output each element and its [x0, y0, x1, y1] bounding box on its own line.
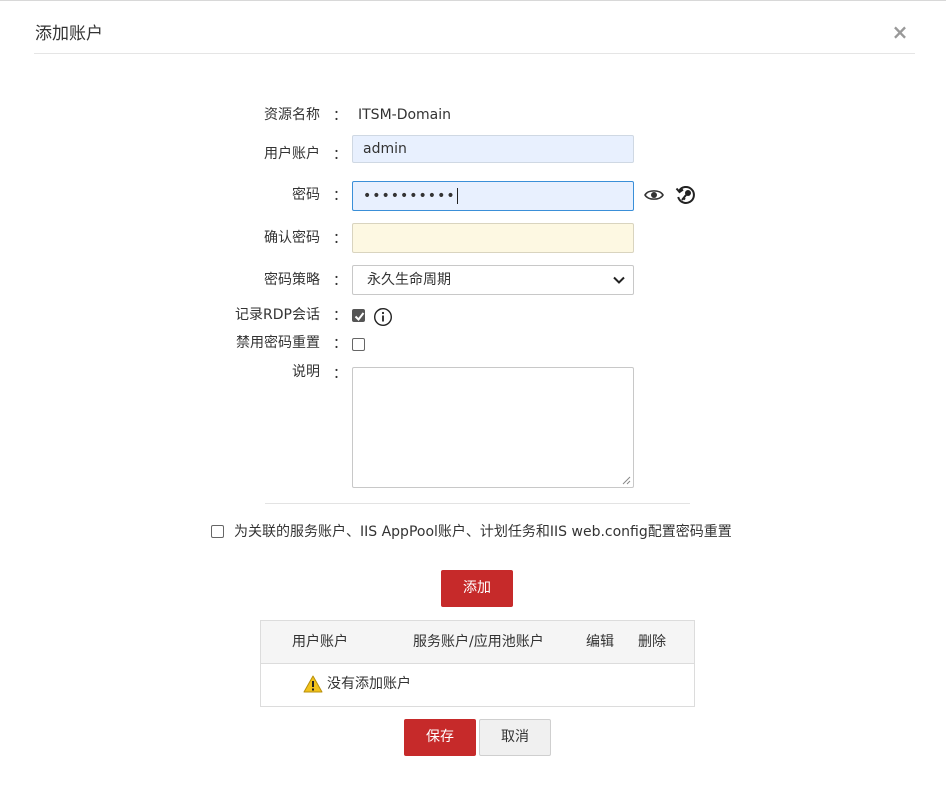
warning-icon	[303, 675, 323, 693]
column-delete: 删除	[638, 634, 666, 650]
user-account-input[interactable]: admin	[352, 135, 634, 163]
related-accounts-reset-label: 为关联的服务账户、IIS AppPool账户、计划任务和IIS web.conf…	[234, 524, 732, 540]
add-account-dialog: 添加账户 × 资源名称 ： ITSM-Domain 用户账户 ： admin 密…	[0, 0, 946, 790]
user-account-label: 用户账户	[264, 146, 320, 162]
confirm-password-input[interactable]	[352, 223, 634, 253]
resource-name-label: 资源名称	[264, 107, 320, 123]
colon: ：	[333, 336, 347, 352]
checkmark-icon	[354, 312, 365, 322]
disable-password-reset-label: 禁用密码重置	[236, 335, 320, 351]
record-rdp-label: 记录RDP会话	[235, 307, 320, 323]
disable-password-reset-checkbox[interactable]	[352, 338, 365, 351]
colon: ：	[333, 188, 347, 204]
colon: ：	[333, 366, 347, 382]
key-reset-icon[interactable]	[675, 184, 697, 206]
description-textarea[interactable]	[352, 367, 634, 488]
password-masked-value: ••••••••••	[363, 188, 456, 204]
dialog-header: 添加账户 ×	[34, 1, 915, 54]
eye-icon[interactable]	[644, 186, 664, 204]
colon: ：	[333, 108, 347, 124]
cancel-button[interactable]: 取消	[479, 719, 551, 756]
related-accounts-reset-checkbox[interactable]	[211, 525, 224, 538]
divider	[265, 503, 690, 504]
password-policy-selected: 永久生命周期	[367, 272, 451, 288]
record-rdp-checkbox[interactable]	[352, 309, 365, 322]
save-button[interactable]: 保存	[404, 719, 476, 756]
password-policy-select[interactable]: 永久生命周期	[352, 265, 634, 295]
add-button[interactable]: 添加	[441, 570, 513, 607]
accounts-table: 用户账户 服务账户/应用池账户 编辑 删除 没有添加账户	[260, 620, 695, 707]
column-service-account: 服务账户/应用池账户	[413, 634, 544, 650]
empty-message: 没有添加账户	[327, 676, 411, 692]
resource-name-value: ITSM-Domain	[358, 107, 452, 123]
password-input[interactable]: ••••••••••	[352, 181, 634, 211]
close-icon[interactable]: ×	[891, 22, 909, 42]
password-label: 密码	[292, 187, 320, 203]
column-user-account: 用户账户	[292, 634, 348, 650]
description-label: 说明	[292, 364, 320, 380]
chevron-down-icon	[613, 276, 625, 284]
dialog-title: 添加账户	[35, 24, 103, 44]
colon: ：	[333, 273, 347, 289]
resize-grip-icon[interactable]	[621, 475, 631, 485]
info-icon[interactable]	[373, 307, 393, 327]
table-header: 用户账户 服务账户/应用池账户 编辑 删除	[261, 621, 694, 664]
colon: ：	[333, 147, 347, 163]
confirm-password-label: 确认密码	[264, 230, 320, 246]
password-policy-label: 密码策略	[264, 272, 320, 288]
colon: ：	[333, 308, 347, 324]
colon: ：	[333, 231, 347, 247]
text-cursor	[456, 188, 458, 204]
column-edit: 编辑	[586, 634, 614, 650]
